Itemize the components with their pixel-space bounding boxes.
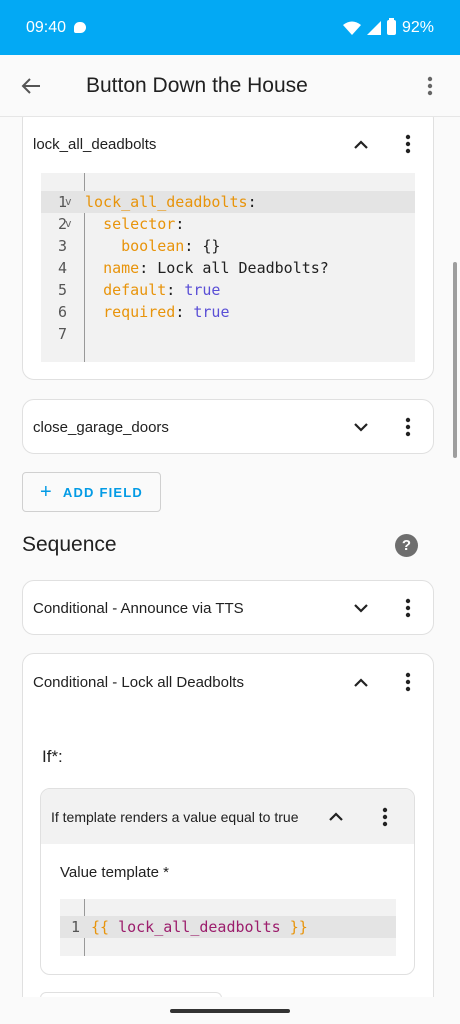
line-number: 3 bbox=[57, 237, 67, 255]
chevron-up-icon[interactable] bbox=[316, 812, 356, 821]
help-icon[interactable]: ? bbox=[395, 534, 418, 557]
line-number: 7 bbox=[57, 325, 67, 343]
chevron-up-icon[interactable] bbox=[339, 677, 383, 687]
plus-icon: + bbox=[39, 481, 53, 503]
yaml-value: true bbox=[184, 281, 221, 299]
battery-percent: 92% bbox=[401, 18, 434, 36]
sequence-menu-icon[interactable] bbox=[383, 672, 433, 692]
scroll-content[interactable]: lock_all_deadbolts 1 v lock_all_deadbolt… bbox=[0, 117, 460, 997]
template-open-brace: {{ bbox=[91, 918, 110, 936]
back-arrow-icon[interactable] bbox=[0, 55, 62, 117]
sequence-heading: Sequence bbox=[22, 533, 117, 556]
field-card-header[interactable]: lock_all_deadbolts bbox=[23, 117, 433, 171]
sequence-menu-icon[interactable] bbox=[383, 598, 433, 618]
gesture-nav-bar bbox=[0, 997, 460, 1024]
line-number: 4 bbox=[57, 259, 67, 277]
code-line: 5 default: true bbox=[41, 279, 415, 301]
condition-header[interactable]: If template renders a value equal to tru… bbox=[41, 789, 414, 844]
cell-signal-icon bbox=[366, 20, 381, 35]
sequence-card-header[interactable]: Conditional - Lock all Deadbolts bbox=[23, 654, 433, 710]
code-line: 6 required: true bbox=[41, 301, 415, 323]
home-gesture-pill[interactable] bbox=[170, 1009, 290, 1013]
battery-icon bbox=[386, 18, 396, 35]
status-time: 09:40 bbox=[26, 18, 67, 36]
sequence-item-title: Conditional - Announce via TTS bbox=[33, 599, 244, 617]
condition-card: If template renders a value equal to tru… bbox=[40, 788, 415, 975]
code-line: 2 v selector: bbox=[41, 213, 415, 235]
overflow-menu-icon[interactable] bbox=[400, 76, 460, 96]
sequence-item-title: Conditional - Lock all Deadbolts bbox=[33, 673, 244, 691]
code-line: 4 name: Lock all Deadbolts? bbox=[41, 257, 415, 279]
if-label: If*: bbox=[42, 747, 63, 766]
yaml-value: Lock all Deadbolts? bbox=[157, 259, 329, 277]
app-bar: Button Down the House bbox=[0, 55, 460, 117]
line-number: 6 bbox=[57, 303, 67, 321]
code-line: 1 {{ lock_all_deadbolts }} bbox=[60, 916, 396, 938]
code-line: 3 boolean: {} bbox=[41, 235, 415, 257]
sequence-card-announce-tts: Conditional - Announce via TTS bbox=[22, 580, 434, 635]
chevron-down-icon[interactable] bbox=[339, 603, 383, 613]
fold-icon[interactable]: v bbox=[65, 213, 72, 235]
yaml-value: {} bbox=[202, 237, 221, 255]
template-code-editor[interactable]: 1 {{ lock_all_deadbolts }} bbox=[60, 899, 396, 956]
status-bar: 09:40 92% bbox=[0, 0, 460, 55]
chevron-down-icon[interactable] bbox=[339, 422, 383, 432]
line-number: 1 bbox=[70, 918, 80, 936]
yaml-key: required bbox=[103, 303, 176, 321]
field-card-header[interactable]: close_garage_doors bbox=[23, 400, 433, 454]
yaml-key: boolean bbox=[121, 237, 185, 255]
value-template-label: Value template * bbox=[60, 864, 169, 881]
yaml-key: default bbox=[103, 281, 167, 299]
field-menu-icon[interactable] bbox=[383, 134, 433, 154]
field-card-close-garage-doors: close_garage_doors bbox=[22, 399, 434, 454]
condition-menu-icon[interactable] bbox=[356, 807, 414, 827]
line-number: 5 bbox=[57, 281, 67, 299]
add-field-label: ADD FIELD bbox=[62, 484, 144, 500]
message-notification-icon bbox=[74, 22, 87, 33]
chevron-up-icon[interactable] bbox=[339, 139, 383, 149]
yaml-value: true bbox=[193, 303, 230, 321]
code-line: 1 v lock_all_deadbolts: bbox=[41, 191, 415, 213]
yaml-key: name bbox=[103, 259, 140, 277]
code-line: 7 bbox=[41, 323, 415, 345]
add-field-button[interactable]: + ADD FIELD bbox=[22, 472, 161, 512]
sequence-card-header[interactable]: Conditional - Announce via TTS bbox=[23, 581, 433, 635]
scrollbar-thumb[interactable] bbox=[453, 262, 457, 458]
condition-title: If template renders a value equal to tru… bbox=[51, 808, 299, 825]
field-menu-icon[interactable] bbox=[383, 417, 433, 437]
template-variable: lock_all_deadbolts bbox=[118, 918, 281, 936]
field-card-lock-all-deadbolts: lock_all_deadbolts 1 v lock_all_deadbolt… bbox=[22, 117, 434, 380]
template-close-brace: }} bbox=[289, 918, 308, 936]
fold-icon[interactable]: v bbox=[65, 191, 72, 213]
wifi-icon bbox=[342, 21, 361, 35]
yaml-key: lock_all_deadbolts bbox=[85, 193, 248, 211]
page-title: Button Down the House bbox=[86, 73, 308, 97]
field-name: lock_all_deadbolts bbox=[33, 135, 157, 153]
field-name: close_garage_doors bbox=[33, 418, 169, 436]
yaml-code-editor[interactable]: 1 v lock_all_deadbolts: 2 v selector: 3 … bbox=[41, 173, 415, 362]
yaml-key: selector bbox=[103, 215, 176, 233]
